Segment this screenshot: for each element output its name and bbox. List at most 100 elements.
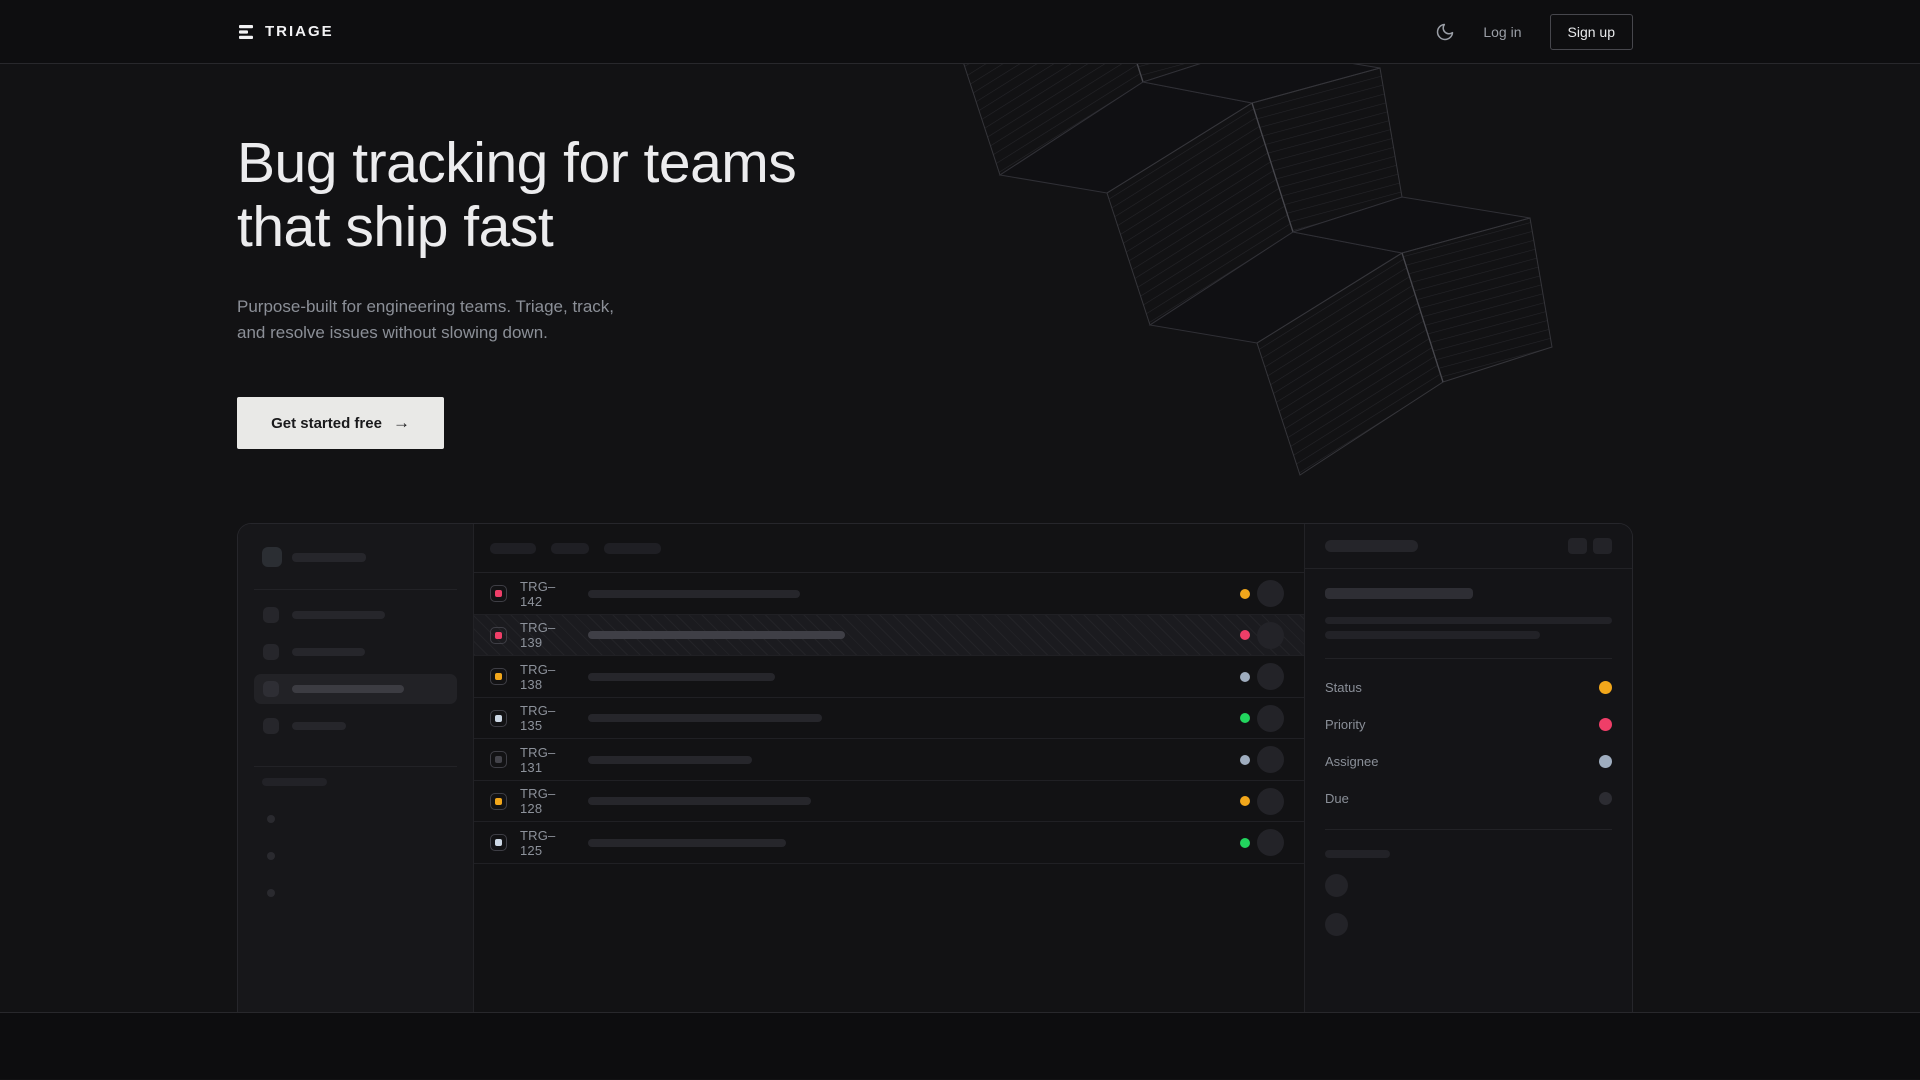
detail-body-skeleton bbox=[1325, 617, 1612, 624]
detail-header-skeleton bbox=[1325, 540, 1418, 552]
detail-avatar-circle bbox=[1325, 913, 1348, 936]
nav-actions: Log in Sign up bbox=[1435, 14, 1633, 50]
issue-id: TRG–139 bbox=[520, 620, 575, 650]
detail-header-button bbox=[1568, 538, 1587, 554]
divider bbox=[1325, 658, 1612, 659]
toolbar-skeleton bbox=[490, 543, 536, 554]
issue-id: TRG–135 bbox=[520, 703, 575, 733]
detail-field: Due bbox=[1325, 780, 1612, 817]
assignee-avatar bbox=[1257, 622, 1284, 649]
sidebar-item-icon bbox=[263, 607, 279, 623]
issue-title-skeleton bbox=[588, 673, 775, 681]
issue-title-skeleton bbox=[588, 631, 845, 639]
detail-avatar-circle bbox=[1325, 874, 1348, 897]
issue-type-icon bbox=[490, 668, 507, 685]
triage-logo-icon bbox=[237, 23, 255, 41]
issue-type-icon bbox=[490, 751, 507, 768]
issue-type-icon bbox=[490, 627, 507, 644]
navbar: TRIAGE Log in Sign up bbox=[0, 0, 1920, 64]
issue-title-skeleton bbox=[588, 714, 822, 722]
field-label: Assignee bbox=[1325, 754, 1378, 769]
sidebar-item-skeleton bbox=[292, 685, 404, 693]
mockup-workspace bbox=[262, 547, 449, 567]
sidebar-dot bbox=[267, 852, 275, 860]
field-value-dot bbox=[1599, 792, 1612, 805]
assignee-avatar bbox=[1257, 746, 1284, 773]
cta-label: Get started free bbox=[271, 415, 382, 432]
status-dot bbox=[1240, 796, 1250, 806]
detail-section-skeleton bbox=[1325, 850, 1390, 858]
issue-id: TRG–131 bbox=[520, 745, 575, 775]
detail-header bbox=[1305, 524, 1632, 569]
detail-header-button bbox=[1593, 538, 1612, 554]
brand-name: TRIAGE bbox=[265, 23, 334, 40]
hero-subtitle: Purpose-built for engineering teams. Tri… bbox=[237, 294, 632, 347]
title-line-2: that ship fast bbox=[237, 195, 553, 259]
hero-section: Bug tracking for teams that ship fast Pu… bbox=[0, 64, 1920, 1013]
status-dot bbox=[1240, 755, 1250, 765]
sidebar-item-skeleton bbox=[292, 722, 346, 730]
detail-title-skeleton bbox=[1325, 588, 1473, 599]
issue-type-icon bbox=[490, 834, 507, 851]
issue-row: TRG–138 bbox=[474, 656, 1304, 698]
field-label: Due bbox=[1325, 791, 1349, 806]
issue-row-selected: TRG–139 bbox=[474, 615, 1304, 657]
detail-field: Status bbox=[1325, 669, 1612, 706]
detail-field: Assignee bbox=[1325, 743, 1612, 780]
page-title: Bug tracking for teams that ship fast bbox=[237, 64, 1633, 260]
mockup-sidebar bbox=[238, 524, 474, 1012]
issue-id: TRG–128 bbox=[520, 786, 575, 816]
footer-strip bbox=[0, 1013, 1920, 1079]
issue-type-icon bbox=[490, 710, 507, 727]
sidebar-dot bbox=[267, 889, 275, 897]
field-value-dot bbox=[1599, 681, 1612, 694]
sidebar-item bbox=[254, 600, 457, 630]
issue-title-skeleton bbox=[588, 797, 811, 805]
detail-field: Priority bbox=[1325, 706, 1612, 743]
status-dot bbox=[1240, 672, 1250, 682]
sidebar-item-icon bbox=[263, 644, 279, 660]
field-label: Status bbox=[1325, 680, 1362, 695]
status-dot bbox=[1240, 713, 1250, 723]
sidebar-item-skeleton bbox=[292, 648, 365, 656]
assignee-avatar bbox=[1257, 788, 1284, 815]
sidebar-item bbox=[254, 637, 457, 667]
get-started-button[interactable]: Get started free → bbox=[237, 397, 444, 449]
issue-row: TRG–128 bbox=[474, 781, 1304, 823]
issue-row: TRG–142 bbox=[474, 573, 1304, 615]
title-line-1: Bug tracking for teams bbox=[237, 131, 796, 195]
sidebar-item bbox=[254, 711, 457, 741]
assignee-avatar bbox=[1257, 663, 1284, 690]
issue-title-skeleton bbox=[588, 590, 800, 598]
divider bbox=[254, 589, 457, 590]
issue-row: TRG–135 bbox=[474, 698, 1304, 740]
signup-button[interactable]: Sign up bbox=[1550, 14, 1633, 50]
field-value-dot bbox=[1599, 755, 1612, 768]
moon-icon[interactable] bbox=[1435, 22, 1455, 42]
workspace-name-skeleton bbox=[292, 553, 366, 562]
login-link[interactable]: Log in bbox=[1483, 24, 1521, 40]
mockup-detail-panel: Status Priority Assignee Due bbox=[1304, 524, 1632, 1012]
issue-title-skeleton bbox=[588, 839, 786, 847]
field-label: Priority bbox=[1325, 717, 1365, 732]
mockup-issue-list: TRG–142 TRG–139 bbox=[474, 524, 1304, 1012]
status-dot bbox=[1240, 630, 1250, 640]
assignee-avatar bbox=[1257, 829, 1284, 856]
toolbar-skeleton bbox=[604, 543, 661, 554]
issue-title-skeleton bbox=[588, 756, 752, 764]
app-mockup: TRG–142 TRG–139 bbox=[237, 523, 1633, 1012]
issue-row: TRG–125 bbox=[474, 822, 1304, 864]
assignee-avatar bbox=[1257, 580, 1284, 607]
toolbar-skeleton bbox=[551, 543, 589, 554]
sidebar-dot bbox=[267, 815, 275, 823]
sidebar-item-icon bbox=[263, 681, 279, 697]
issue-type-icon bbox=[490, 585, 507, 602]
issue-row: TRG–131 bbox=[474, 739, 1304, 781]
sidebar-item-active bbox=[254, 674, 457, 704]
brand-logo[interactable]: TRIAGE bbox=[237, 23, 334, 41]
status-dot bbox=[1240, 589, 1250, 599]
status-dot bbox=[1240, 838, 1250, 848]
divider bbox=[254, 766, 457, 767]
sidebar-section-skeleton bbox=[262, 778, 327, 786]
divider bbox=[1325, 829, 1612, 830]
